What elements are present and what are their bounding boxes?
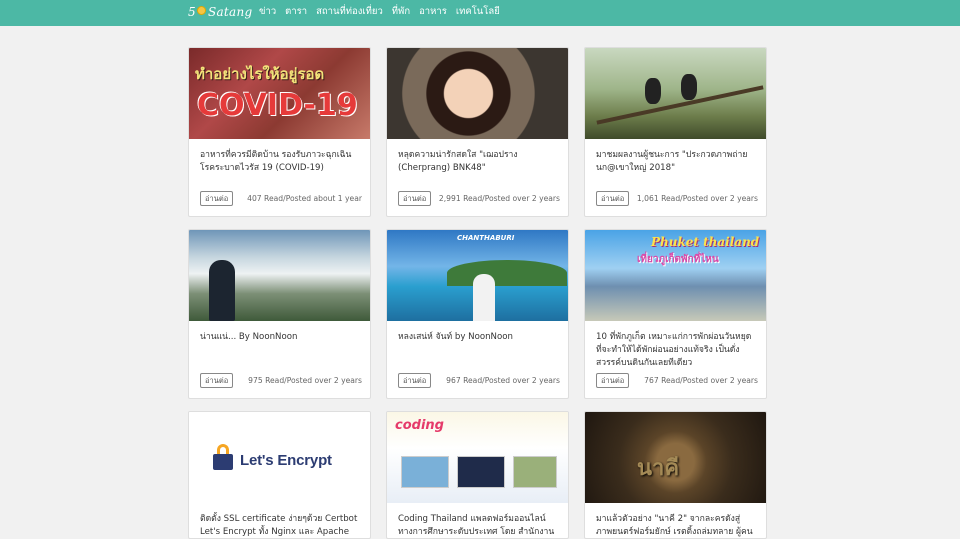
bird-icon bbox=[645, 78, 661, 104]
article-card: CHANTHABURI หลงเสน่ห์ จันท์ by NoonNoon … bbox=[386, 229, 569, 399]
thumbnail-decoration bbox=[596, 85, 764, 125]
read-more-button[interactable]: อ่านต่อ bbox=[596, 191, 630, 206]
read-more-button[interactable]: อ่านต่อ bbox=[398, 191, 432, 206]
article-thumbnail[interactable] bbox=[585, 48, 766, 139]
article-card: หลุดความน่ารักสดใส "เฌอปราง (Cherprang) … bbox=[386, 47, 569, 217]
nav-link-food[interactable]: อาหาร bbox=[419, 4, 447, 19]
screenshot-tile bbox=[513, 456, 557, 488]
article-card: Let's Encrypt ติดตั้ง SSL certificate ง่… bbox=[188, 411, 371, 539]
article-meta: 975 Read/Posted over 2 years bbox=[248, 376, 362, 385]
article-thumbnail[interactable]: Phuket thailand เที่ยวภูเก็ตพักที่ไหน bbox=[585, 230, 766, 321]
article-title[interactable]: ติดตั้ง SSL certificate ง่ายๆด้วย Certbo… bbox=[200, 513, 362, 538]
article-meta: 2,991 Read/Posted over 2 years bbox=[438, 194, 560, 203]
article-title[interactable]: มาชมผลงานผู้ชนะการ "ประกวดภาพถ่ายนก@เขาใ… bbox=[596, 149, 758, 175]
article-meta: 967 Read/Posted over 2 years bbox=[446, 376, 560, 385]
coin-icon bbox=[196, 5, 206, 15]
island-shape bbox=[447, 260, 567, 286]
lock-icon bbox=[213, 454, 233, 470]
nav-link-accommodation[interactable]: ที่พัก bbox=[392, 4, 410, 19]
article-title[interactable]: มาแล้วตัวอย่าง "นาคี 2" จากละครดังสู่ภาพ… bbox=[596, 513, 758, 538]
read-more-button[interactable]: อ่านต่อ bbox=[596, 373, 630, 388]
thumbnail-caption: ทำอย่างไรให้อยู่รอด bbox=[195, 65, 325, 83]
brand-logo[interactable]: 5 Satang bbox=[188, 1, 253, 23]
nav-links: ข่าว ตารา สถานที่ท่องเที่ยว ที่พัก อาหาร… bbox=[259, 0, 500, 22]
article-card: มาชมผลงานผู้ชนะการ "ประกวดภาพถ่ายนก@เขาใ… bbox=[584, 47, 767, 217]
nav-link-schedule[interactable]: ตารา bbox=[285, 4, 307, 19]
top-navbar: 5 Satang ข่าว ตารา สถานที่ท่องเที่ยว ที่… bbox=[0, 0, 960, 26]
article-meta: 1,061 Read/Posted over 2 years bbox=[636, 194, 758, 203]
article-footer: อ่านต่อ 2,991 Read/Posted over 2 years bbox=[398, 191, 560, 206]
article-title[interactable]: หลงเสน่ห์ จันท์ by NoonNoon bbox=[398, 331, 560, 344]
article-footer: อ่านต่อ 1,061 Read/Posted over 2 years bbox=[596, 191, 758, 206]
screenshot-tile bbox=[401, 456, 449, 488]
brand-digit: 5 bbox=[188, 5, 196, 19]
read-more-button[interactable]: อ่านต่อ bbox=[200, 191, 234, 206]
thumbnail-caption: COVID-19 bbox=[197, 88, 358, 123]
article-footer: อ่านต่อ 767 Read/Posted over 2 years bbox=[596, 373, 758, 388]
article-thumbnail[interactable] bbox=[189, 230, 370, 321]
person-silhouette bbox=[209, 260, 235, 321]
person-silhouette bbox=[473, 274, 495, 321]
screenshot-tile bbox=[457, 456, 505, 488]
thumbnail-caption: เที่ยวภูเก็ตพักที่ไหน bbox=[637, 254, 719, 265]
article-title[interactable]: Coding Thailand แพลตฟอร์มออนไลน์ ทางการศ… bbox=[398, 513, 560, 538]
article-thumbnail[interactable]: นาคี bbox=[585, 412, 766, 503]
article-footer: อ่านต่อ 407 Read/Posted about 1 year bbox=[200, 191, 362, 206]
thumbnail-caption: Let's Encrypt bbox=[240, 452, 332, 469]
article-card: ทำอย่างไรให้อยู่รอด COVID-19 อาหารที่ควร… bbox=[188, 47, 371, 217]
article-title[interactable]: น่านแน่... By NoonNoon bbox=[200, 331, 362, 344]
article-card: Phuket thailand เที่ยวภูเก็ตพักที่ไหน 10… bbox=[584, 229, 767, 399]
nav-link-attractions[interactable]: สถานที่ท่องเที่ยว bbox=[316, 4, 383, 19]
article-thumbnail[interactable] bbox=[387, 48, 568, 139]
article-card: นาคี มาแล้วตัวอย่าง "นาคี 2" จากละครดังส… bbox=[584, 411, 767, 539]
article-thumbnail[interactable]: ทำอย่างไรให้อยู่รอด COVID-19 bbox=[189, 48, 370, 139]
article-thumbnail[interactable]: coding bbox=[387, 412, 568, 503]
thumbnail-caption: นาคี bbox=[637, 456, 680, 481]
article-thumbnail[interactable]: Let's Encrypt bbox=[189, 412, 370, 503]
article-meta: 767 Read/Posted over 2 years bbox=[644, 376, 758, 385]
read-more-button[interactable]: อ่านต่อ bbox=[200, 373, 234, 388]
nav-link-news[interactable]: ข่าว bbox=[259, 4, 276, 19]
thumbnail-caption: coding bbox=[395, 418, 444, 433]
brand-text: Satang bbox=[207, 5, 253, 19]
article-footer: อ่านต่อ 975 Read/Posted over 2 years bbox=[200, 373, 362, 388]
article-footer: อ่านต่อ 967 Read/Posted over 2 years bbox=[398, 373, 560, 388]
article-thumbnail[interactable]: CHANTHABURI bbox=[387, 230, 568, 321]
article-card: น่านแน่... By NoonNoon อ่านต่อ 975 Read/… bbox=[188, 229, 371, 399]
read-more-button[interactable]: อ่านต่อ bbox=[398, 373, 432, 388]
thumbnail-caption: CHANTHABURI bbox=[457, 234, 515, 242]
article-meta: 407 Read/Posted about 1 year bbox=[247, 194, 362, 203]
article-card: coding Coding Thailand แพลตฟอร์มออนไลน์ … bbox=[386, 411, 569, 539]
bird-icon bbox=[681, 74, 697, 100]
nav-link-technology[interactable]: เทคโนโลยี bbox=[456, 4, 500, 19]
article-title[interactable]: อาหารที่ควรมีติดบ้าน รองรับภาวะฉุกเฉินโร… bbox=[200, 149, 362, 175]
thumbnail-caption: Phuket thailand bbox=[651, 235, 760, 249]
article-title[interactable]: 10 ที่พักภูเก็ต เหมาะแก่การพักผ่อนวันหยุ… bbox=[596, 331, 758, 370]
article-title[interactable]: หลุดความน่ารักสดใส "เฌอปราง (Cherprang) … bbox=[398, 149, 560, 175]
